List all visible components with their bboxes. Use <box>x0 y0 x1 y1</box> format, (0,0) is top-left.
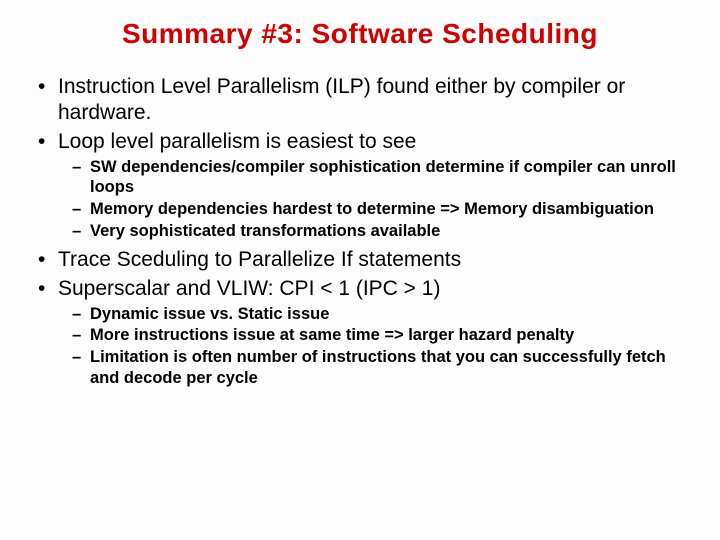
bullet-text: Superscalar and VLIW: CPI < 1 (IPC > 1) <box>58 277 440 300</box>
bullet-item: Instruction Level Parallelism (ILP) foun… <box>30 74 690 127</box>
sub-bullet-list: Dynamic issue vs. Static issue More inst… <box>58 304 690 389</box>
sub-bullet-item: SW dependencies/compiler sophistication … <box>72 157 690 198</box>
bullet-item: Trace Sceduling to Parallelize If statem… <box>30 247 690 273</box>
bullet-item: Loop level parallelism is easiest to see… <box>30 129 690 242</box>
sub-bullet-list: SW dependencies/compiler sophistication … <box>58 157 690 242</box>
sub-bullet-item: More instructions issue at same time => … <box>72 325 690 346</box>
sub-bullet-item: Very sophisticated transformations avail… <box>72 221 690 242</box>
sub-bullet-item: Limitation is often number of instructio… <box>72 347 690 388</box>
main-bullet-list: Instruction Level Parallelism (ILP) foun… <box>30 74 690 388</box>
slide-title: Summary #3: Software Scheduling <box>30 18 690 50</box>
bullet-text: Trace Sceduling to Parallelize If statem… <box>58 248 461 271</box>
bullet-text: Loop level parallelism is easiest to see <box>58 130 416 153</box>
sub-bullet-item: Dynamic issue vs. Static issue <box>72 304 690 325</box>
bullet-item: Superscalar and VLIW: CPI < 1 (IPC > 1) … <box>30 276 690 389</box>
bullet-text: Instruction Level Parallelism (ILP) foun… <box>58 75 625 124</box>
sub-bullet-item: Memory dependencies hardest to determine… <box>72 199 690 220</box>
